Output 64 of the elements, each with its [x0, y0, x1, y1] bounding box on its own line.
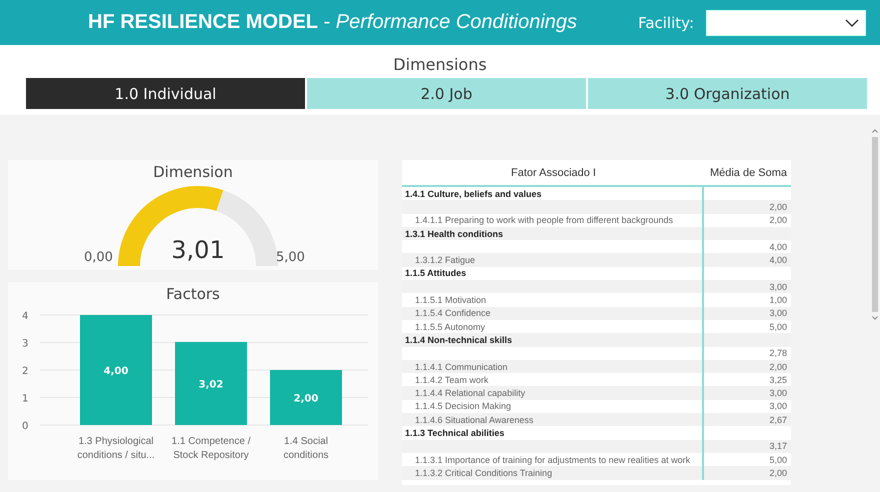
- table-cell-text: 1.1.5.4 Confidence: [414, 308, 491, 318]
- table-cell-text: 1.1.4.4 Relational capability: [414, 388, 526, 398]
- dimension-tab[interactable]: 3.0 Organization: [588, 78, 867, 109]
- table-cell: 3,00: [769, 388, 787, 398]
- chart-title: Factors: [165, 284, 221, 303]
- table-cell-text: 1.1.3.2 Critical Conditions Training: [414, 468, 552, 478]
- gauge-max: 5,00: [276, 250, 305, 265]
- table-cell-text: 1.1.5.5 Autonomy: [414, 322, 486, 332]
- table-cell: 1.1.4 Non-technical skills: [405, 334, 512, 345]
- table-cell: 5,00: [769, 322, 787, 332]
- y-tick-label: 1: [22, 394, 28, 404]
- table-cell-text: 1.4.1.1 Preparing to work with people from different backgrounds: [414, 215, 673, 226]
- bar: [270, 370, 342, 425]
- column-header: Fator Associado I: [510, 166, 597, 178]
- gauge-title: Dimension: [152, 162, 234, 181]
- table-cell-text: 1.1.4.5 Decision Making: [414, 401, 512, 412]
- dimension-tab[interactable]: 1.0 Individual: [26, 78, 305, 109]
- table-cell: 2,00: [769, 468, 787, 478]
- y-tick-label: 2: [22, 366, 28, 377]
- y-tick-label: 4: [22, 311, 28, 322]
- category-label: 1.3 Physiological conditions / situ...: [76, 435, 156, 463]
- table-cell: 2,78: [769, 348, 787, 358]
- table-cell: 2,00: [769, 362, 787, 372]
- table-cell-text: 1.3.1.2 Fatigue: [414, 255, 476, 266]
- table-cell: 3,00: [769, 282, 787, 292]
- table-cell-text: 1.1.4.6 Situational Awareness: [414, 414, 534, 425]
- y-tick-label: 0: [22, 421, 28, 432]
- table-cell: 1.3.1 Health conditions: [405, 228, 504, 239]
- gauge-min: 0,00: [84, 250, 113, 265]
- bar-value-label: 2,00: [294, 394, 318, 404]
- report-title: HF RESILIENCE MODEL - Performance Conditionings: [88, 11, 578, 34]
- table-cell: 5,00: [769, 454, 787, 465]
- table-cell-text: 1.1.5.1 Motivation: [414, 295, 486, 306]
- table-cell: 3,00: [769, 308, 787, 318]
- table-cell: 3,00: [769, 401, 787, 412]
- table-cell: 1,00: [769, 295, 787, 306]
- scroll-up-icon[interactable]: [872, 129, 878, 133]
- y-tick-label: 3: [22, 338, 28, 350]
- table-cell: 3,25: [769, 374, 787, 385]
- table-cell: 2,67: [769, 414, 787, 425]
- table-cell: 4,00: [769, 255, 787, 266]
- dimensions-title: Dimensions: [0, 45, 880, 78]
- scroll-down-icon[interactable]: [872, 316, 878, 320]
- facility-dropdown[interactable]: [706, 10, 866, 36]
- table-cell: 2,00: [769, 215, 787, 226]
- table-cell: 1.1.5 Attitudes: [405, 268, 466, 278]
- table-cell: 4,00: [769, 242, 787, 252]
- table-cell-text: 1.1.3.1 Importance of training for adjustments to new realities at work: [414, 454, 690, 465]
- table-cell-text: 1.1.4.1 Communication: [414, 362, 508, 372]
- bar-value-label: 3,02: [198, 379, 224, 390]
- category-label: 1.4 Social conditions: [282, 435, 330, 463]
- category-label: 1.1 Competence / Stock Repository: [170, 435, 252, 463]
- dimension-tab[interactable]: 2.0 Job: [307, 78, 586, 109]
- table-cell: 1.1.3 Technical abilities: [405, 428, 504, 438]
- gauge-value: 3,01: [170, 236, 226, 264]
- table-cell: 1.4.1 Culture, beliefs and values: [405, 188, 542, 199]
- chevron-down-icon: [845, 18, 859, 26]
- column-header: Média de Soma: [708, 166, 788, 180]
- table-cell-text: 1.1.4.2 Team work: [414, 374, 488, 385]
- facility-label: Facility:: [638, 14, 694, 32]
- table-cell: 2,00: [769, 202, 787, 212]
- table-cell: 3,17: [769, 441, 787, 452]
- bar-value-label: 4,00: [104, 366, 128, 377]
- scrollbar-thumb[interactable]: [872, 137, 878, 312]
